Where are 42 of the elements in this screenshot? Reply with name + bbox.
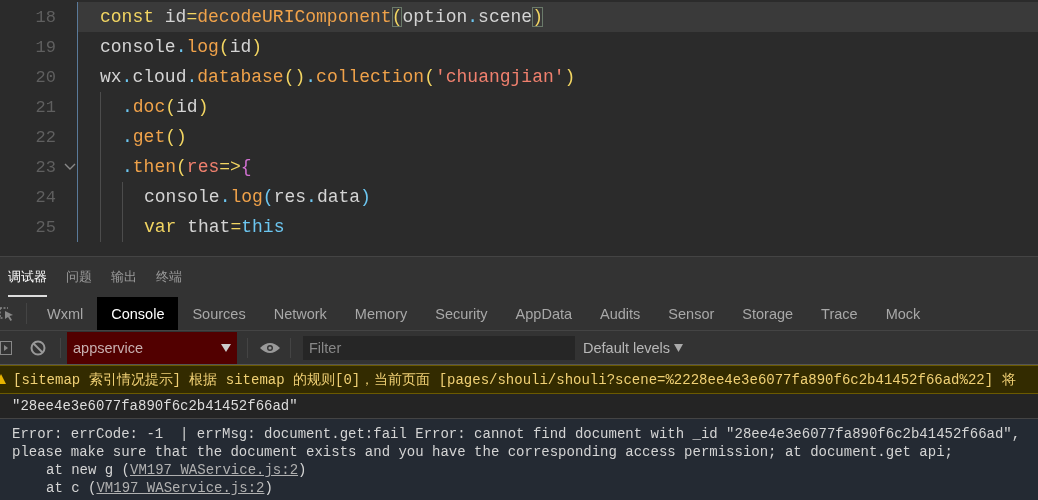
error-text: please make sure that the document exists and you have the corresponding access permission; at document.get api;	[12, 443, 954, 461]
code-line: const id=decodeURIComponent(option.scene)	[100, 6, 543, 29]
panel-tab[interactable]: 问题	[66, 257, 92, 297]
stack-frame: at c (VM197_WAService.js:2)	[46, 480, 273, 496]
devtools-tab[interactable]: Sensor	[654, 297, 729, 330]
stack-frame: at new g (VM197_WAService.js:2)	[46, 462, 307, 478]
devtools-tab[interactable]: Audits	[586, 297, 655, 330]
devtools-tab[interactable]: Sources	[178, 297, 260, 330]
devtools-tab[interactable]: Mock	[871, 297, 935, 330]
devtools-tab[interactable]: Console	[97, 297, 179, 330]
eye-icon[interactable]	[260, 341, 280, 354]
levels-dropdown[interactable]: Default levels	[583, 339, 684, 356]
code-line: .get()	[122, 126, 187, 149]
panel-tab[interactable]: 终端	[156, 257, 182, 297]
source-link[interactable]: VM197_WAService.js:2	[96, 480, 265, 496]
caret-icon	[221, 343, 231, 352]
devtools-tab[interactable]: AppData	[501, 297, 587, 330]
error-text: Error: errCode: -1 | errMsg: document.get:fail Error: cannot find document with _id "28ee4e3e6077fa890f6c2b41452f66ad",	[12, 425, 1022, 443]
context-select[interactable]: appservice	[67, 331, 237, 364]
devtools-tab[interactable]: Trace	[807, 297, 872, 330]
devtools-tab[interactable]: Security	[421, 297, 502, 330]
log-text: "28ee4e3e6077fa890f6c2b41452f66ad"	[12, 398, 299, 414]
chevron-down-icon[interactable]	[64, 163, 76, 171]
source-link[interactable]: VM197_WAService.js:2	[130, 462, 299, 478]
code-line: console.log(id)	[100, 36, 263, 59]
clear-icon[interactable]	[30, 339, 46, 356]
code-line: wx.cloud.database().collection('chuangjian')	[100, 66, 576, 89]
devtools-tab[interactable]: Storage	[728, 297, 808, 330]
panel-tab[interactable]: 调试器	[8, 257, 47, 297]
sidebar-toggle-icon[interactable]	[0, 340, 12, 355]
inspect-icon[interactable]	[0, 305, 14, 322]
devtools-tab[interactable]: Wxml	[33, 297, 98, 330]
devtools-tab[interactable]: Network	[259, 297, 341, 330]
filter-field[interactable]: Filter	[303, 335, 575, 360]
warning-text: [sitemap 索引情况提示] 根据 sitemap 的规则[0]，当前页面 [pages/shouli/shouli?scene=%2228ee4e3e6077fa890f6c2b41452f66ad%22] 将	[13, 370, 1017, 389]
code-line: .then(res=>{	[122, 156, 252, 179]
caret-icon	[674, 343, 684, 352]
code-line: console.log(res.data)	[144, 186, 371, 209]
devtools-tab[interactable]: Memory	[340, 297, 422, 330]
panel-tab[interactable]: 输出	[111, 257, 137, 297]
code-line: var that=this	[144, 216, 285, 239]
code-line: .doc(id)	[122, 96, 209, 119]
